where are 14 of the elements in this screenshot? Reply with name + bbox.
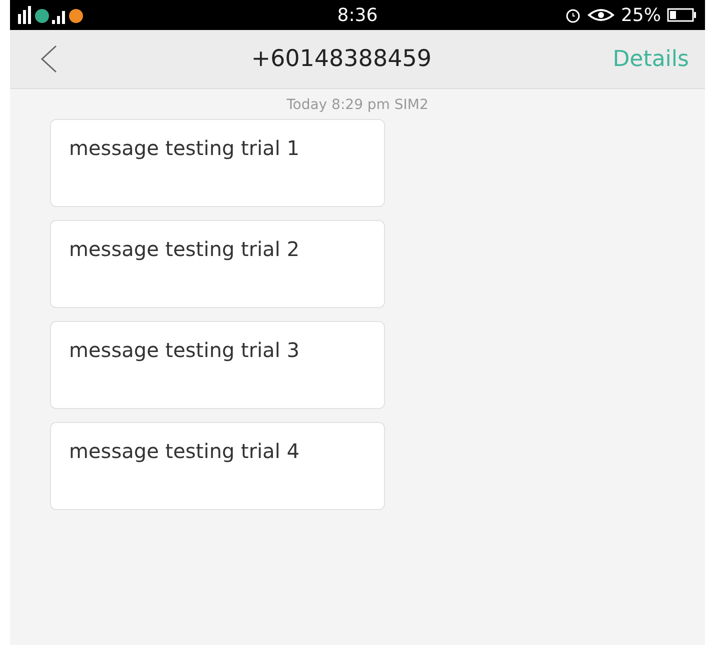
back-icon bbox=[40, 44, 58, 74]
status-time: 8:36 bbox=[337, 4, 378, 26]
contact-number: +60148388459 bbox=[251, 46, 432, 72]
message-bubble: message testing trial 1 bbox=[50, 119, 385, 207]
alarm-icon bbox=[564, 7, 581, 23]
battery-percent: 25% bbox=[620, 4, 661, 26]
battery-icon bbox=[666, 8, 697, 22]
details-link[interactable]: Details bbox=[612, 46, 689, 72]
message-bubble: message testing trial 4 bbox=[50, 422, 385, 510]
signal-icon bbox=[18, 6, 84, 24]
eye-icon bbox=[586, 7, 615, 23]
message-bubble: message testing trial 3 bbox=[50, 321, 385, 409]
message-bubble: message testing trial 2 bbox=[50, 220, 385, 308]
message-timestamp: Today 8:29 pm SIM2 bbox=[286, 96, 430, 115]
